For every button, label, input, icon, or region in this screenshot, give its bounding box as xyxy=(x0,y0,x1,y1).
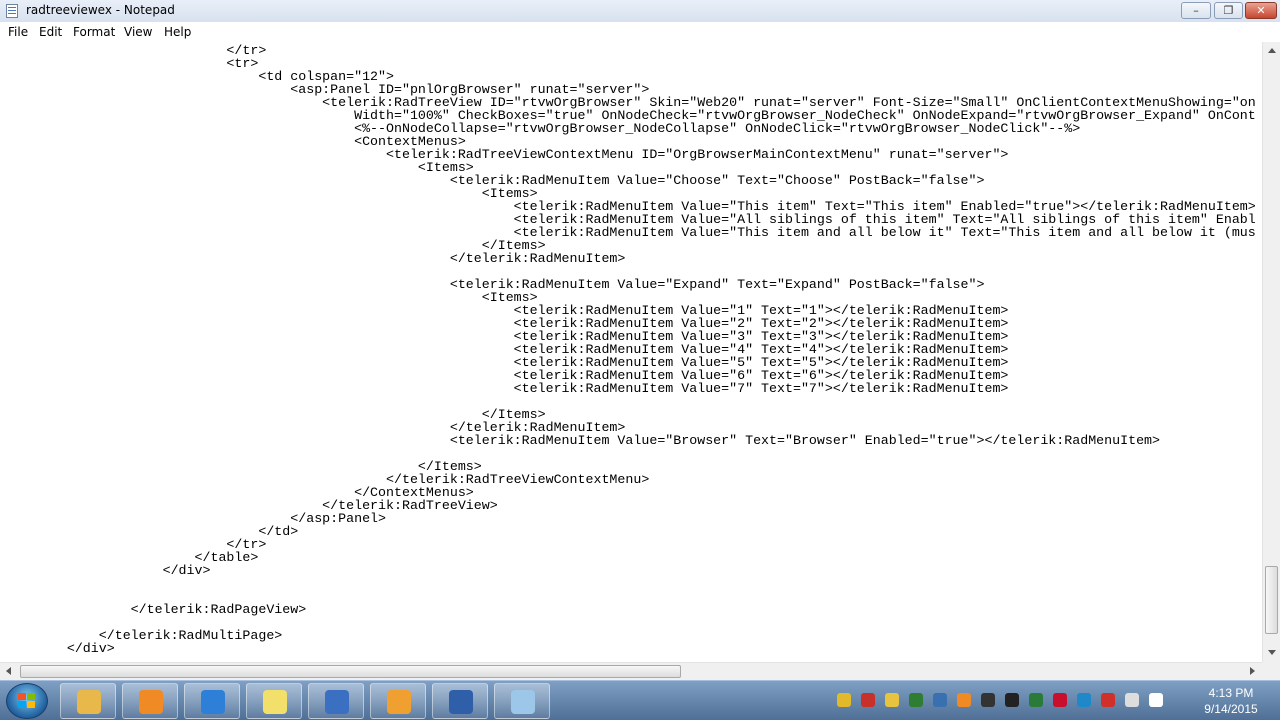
media-player-icon xyxy=(139,690,163,714)
taskbar-button-internet-explorer[interactable] xyxy=(184,683,240,719)
pdf-icon[interactable] xyxy=(1053,693,1067,707)
scroll-up-arrow-icon[interactable] xyxy=(1268,48,1276,53)
taskbar-button-outlook[interactable] xyxy=(370,683,426,719)
remote-desktop-icon xyxy=(449,690,473,714)
taskbar-button-media-player[interactable] xyxy=(122,683,178,719)
editor-text: </tr> <tr> <td colspan="12"> <asp:Panel … xyxy=(66,43,1256,656)
window-title: radtreeviewex - Notepad xyxy=(26,3,175,17)
horizontal-scrollbar[interactable] xyxy=(0,662,1262,680)
scroll-right-arrow-icon[interactable] xyxy=(1250,667,1255,675)
antivirus-icon[interactable] xyxy=(861,693,875,707)
network-sync-icon[interactable] xyxy=(909,693,923,707)
outlook-icon xyxy=(387,690,411,714)
clock[interactable]: 4:13 PM 9/14/2015 xyxy=(1196,685,1266,717)
title-bar: radtreeviewex - Notepad – ❐ ✕ xyxy=(0,0,1280,23)
folder-icon xyxy=(77,690,101,714)
signal-icon[interactable] xyxy=(1149,693,1163,707)
menu-file[interactable]: File xyxy=(8,25,28,39)
clock-time: 4:13 PM xyxy=(1208,686,1254,700)
sync-icon[interactable] xyxy=(1005,693,1019,707)
start-button[interactable] xyxy=(6,683,48,719)
menu-format[interactable]: Format xyxy=(73,25,115,39)
office-icon[interactable] xyxy=(957,693,971,707)
menu-edit[interactable]: Edit xyxy=(39,25,62,39)
internet-explorer-icon xyxy=(201,690,225,714)
scroll-left-arrow-icon[interactable] xyxy=(6,667,11,675)
notepad-icon xyxy=(6,4,18,18)
close-button[interactable]: ✕ xyxy=(1245,2,1277,19)
horizontal-scroll-thumb[interactable] xyxy=(20,665,681,678)
communicator-icon xyxy=(325,690,349,714)
minimize-button[interactable]: – xyxy=(1181,2,1211,19)
warning-icon[interactable] xyxy=(1101,693,1115,707)
menu-bar: File Edit Format View Help xyxy=(0,22,1280,43)
taskbar-button-sticky-notes[interactable] xyxy=(246,683,302,719)
mail-icon[interactable] xyxy=(885,693,899,707)
update-icon[interactable] xyxy=(1029,693,1043,707)
taskbar-button-notepad[interactable] xyxy=(494,683,550,719)
menu-view[interactable]: View xyxy=(124,25,152,39)
settings-icon[interactable] xyxy=(1077,693,1091,707)
notepad-icon xyxy=(511,690,535,714)
clock-date: 9/14/2015 xyxy=(1204,702,1258,716)
taskbar-button-remote-desktop[interactable] xyxy=(432,683,488,719)
remote-icon[interactable] xyxy=(933,693,947,707)
taskbar-button-communicator[interactable] xyxy=(308,683,364,719)
vertical-scrollbar[interactable] xyxy=(1262,42,1280,662)
maximize-button[interactable]: ❐ xyxy=(1214,2,1243,19)
security-icon[interactable] xyxy=(981,693,995,707)
vertical-scroll-thumb[interactable] xyxy=(1265,566,1278,634)
shield-icon[interactable] xyxy=(837,693,851,707)
taskbar: 4:13 PM 9/14/2015 xyxy=(0,680,1280,720)
scroll-down-arrow-icon[interactable] xyxy=(1268,650,1276,655)
size-grip xyxy=(1262,662,1280,680)
text-editor[interactable]: </tr> <tr> <td colspan="12"> <asp:Panel … xyxy=(0,42,1262,662)
taskbar-button-folder[interactable] xyxy=(60,683,116,719)
power-icon[interactable] xyxy=(1125,693,1139,707)
sticky-notes-icon xyxy=(263,690,287,714)
windows-logo-icon xyxy=(18,693,36,709)
menu-help[interactable]: Help xyxy=(164,25,191,39)
